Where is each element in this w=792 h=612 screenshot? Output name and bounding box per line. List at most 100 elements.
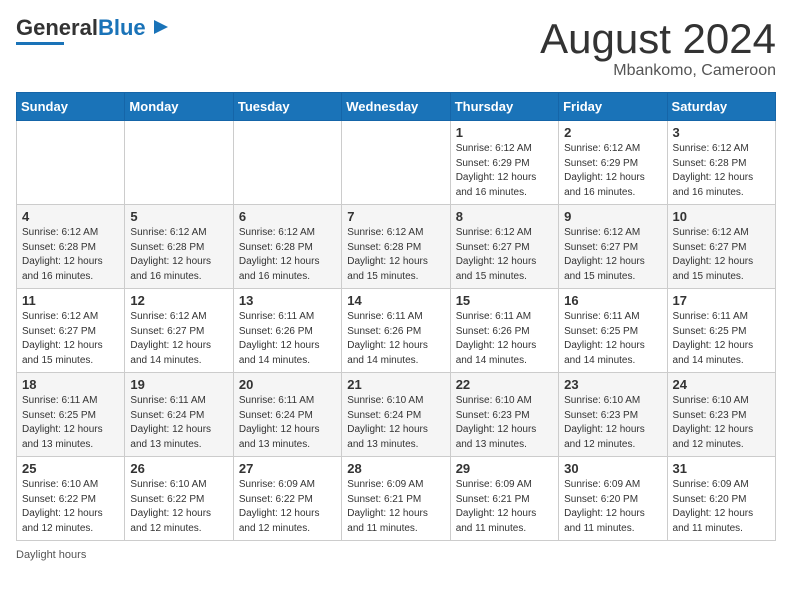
- calendar-cell: 26 Sunrise: 6:10 AM Sunset: 6:22 PM Dayli…: [125, 457, 233, 541]
- calendar-cell: [125, 121, 233, 205]
- day-info: Sunrise: 6:09 AM Sunset: 6:20 PM Dayligh…: [564, 478, 661, 536]
- title-block: August 2024 Mbankomo, Cameroon: [540, 16, 776, 80]
- day-number: 16: [564, 293, 661, 308]
- calendar-cell: 7 Sunrise: 6:12 AM Sunset: 6:28 PM Daylig…: [342, 205, 450, 289]
- day-info: Sunrise: 6:10 AM Sunset: 6:23 PM Dayligh…: [456, 394, 553, 452]
- day-number: 22: [456, 377, 553, 392]
- day-number: 26: [130, 461, 227, 476]
- calendar-day-header: Monday: [125, 93, 233, 121]
- calendar-cell: 30 Sunrise: 6:09 AM Sunset: 6:20 PM Dayli…: [559, 457, 667, 541]
- calendar-cell: 2 Sunrise: 6:12 AM Sunset: 6:29 PM Daylig…: [559, 121, 667, 205]
- calendar-week-row: 11 Sunrise: 6:12 AM Sunset: 6:27 PM Dayli…: [17, 289, 776, 373]
- logo-underline: [16, 42, 64, 45]
- calendar-cell: 9 Sunrise: 6:12 AM Sunset: 6:27 PM Daylig…: [559, 205, 667, 289]
- day-number: 9: [564, 209, 661, 224]
- day-number: 31: [673, 461, 770, 476]
- calendar-cell: 16 Sunrise: 6:11 AM Sunset: 6:25 PM Dayli…: [559, 289, 667, 373]
- logo-arrow-icon: [150, 16, 172, 38]
- day-number: 30: [564, 461, 661, 476]
- calendar-cell: 17 Sunrise: 6:11 AM Sunset: 6:25 PM Dayli…: [667, 289, 775, 373]
- day-number: 5: [130, 209, 227, 224]
- calendar-cell: 11 Sunrise: 6:12 AM Sunset: 6:27 PM Dayli…: [17, 289, 125, 373]
- day-number: 4: [22, 209, 119, 224]
- day-number: 12: [130, 293, 227, 308]
- day-number: 7: [347, 209, 444, 224]
- day-info: Sunrise: 6:11 AM Sunset: 6:25 PM Dayligh…: [673, 310, 770, 368]
- day-info: Sunrise: 6:11 AM Sunset: 6:24 PM Dayligh…: [130, 394, 227, 452]
- day-info: Sunrise: 6:12 AM Sunset: 6:27 PM Dayligh…: [456, 226, 553, 284]
- calendar-cell: 15Sunrise: 6:11 AM Sunset: 6:26 PM Dayli…: [450, 289, 558, 373]
- day-info: Sunrise: 6:12 AM Sunset: 6:28 PM Dayligh…: [239, 226, 336, 284]
- day-number: 10: [673, 209, 770, 224]
- day-info: Sunrise: 6:11 AM Sunset: 6:26 PM Dayligh…: [347, 310, 444, 368]
- calendar-cell: [17, 121, 125, 205]
- day-info: Sunrise: 6:11 AM Sunset: 6:25 PM Dayligh…: [22, 394, 119, 452]
- day-number: 29: [456, 461, 553, 476]
- calendar-day-header: Friday: [559, 93, 667, 121]
- day-number: 3: [673, 125, 770, 140]
- calendar-cell: 4 Sunrise: 6:12 AM Sunset: 6:28 PM Daylig…: [17, 205, 125, 289]
- calendar-cell: 28Sunrise: 6:09 AM Sunset: 6:21 PM Dayli…: [342, 457, 450, 541]
- calendar-week-row: 25 Sunrise: 6:10 AM Sunset: 6:22 PM Dayli…: [17, 457, 776, 541]
- day-info: Sunrise: 6:11 AM Sunset: 6:26 PM Dayligh…: [239, 310, 336, 368]
- main-title: August 2024: [540, 16, 776, 62]
- day-info: Sunrise: 6:12 AM Sunset: 6:27 PM Dayligh…: [22, 310, 119, 368]
- day-info: Sunrise: 6:09 AM Sunset: 6:21 PM Dayligh…: [456, 478, 553, 536]
- day-number: 18: [22, 377, 119, 392]
- day-number: 17: [673, 293, 770, 308]
- day-info: Sunrise: 6:12 AM Sunset: 6:28 PM Dayligh…: [130, 226, 227, 284]
- logo-blue: Blue: [98, 15, 146, 40]
- day-number: 6: [239, 209, 336, 224]
- day-number: 15: [456, 293, 553, 308]
- calendar-cell: 5 Sunrise: 6:12 AM Sunset: 6:28 PM Daylig…: [125, 205, 233, 289]
- calendar-cell: 29 Sunrise: 6:09 AM Sunset: 6:21 PM Dayli…: [450, 457, 558, 541]
- day-info: Sunrise: 6:10 AM Sunset: 6:23 PM Dayligh…: [564, 394, 661, 452]
- calendar-week-row: 4 Sunrise: 6:12 AM Sunset: 6:28 PM Daylig…: [17, 205, 776, 289]
- calendar-table: SundayMondayTuesdayWednesdayThursdayFrid…: [16, 92, 776, 541]
- day-info: Sunrise: 6:11 AM Sunset: 6:25 PM Dayligh…: [564, 310, 661, 368]
- calendar-cell: 20 Sunrise: 6:11 AM Sunset: 6:24 PM Dayli…: [233, 373, 341, 457]
- day-info: Sunrise: 6:12 AM Sunset: 6:28 PM Dayligh…: [673, 142, 770, 200]
- day-info: Sunrise: 6:11 AM Sunset: 6:24 PM Dayligh…: [239, 394, 336, 452]
- calendar-cell: 10 Sunrise: 6:12 AM Sunset: 6:27 PM Dayli…: [667, 205, 775, 289]
- day-number: 25: [22, 461, 119, 476]
- day-info: Sunrise: 6:10 AM Sunset: 6:24 PM Dayligh…: [347, 394, 444, 452]
- calendar-day-header: Sunday: [17, 93, 125, 121]
- daylight-label: Daylight hours: [16, 549, 86, 561]
- day-info: Sunrise: 6:12 AM Sunset: 6:27 PM Dayligh…: [130, 310, 227, 368]
- calendar-cell: 8 Sunrise: 6:12 AM Sunset: 6:27 PM Daylig…: [450, 205, 558, 289]
- calendar-cell: 13 Sunrise: 6:11 AM Sunset: 6:26 PM Dayli…: [233, 289, 341, 373]
- logo: GeneralBlue: [16, 16, 172, 45]
- day-number: 13: [239, 293, 336, 308]
- day-number: 19: [130, 377, 227, 392]
- day-number: 1: [456, 125, 553, 140]
- calendar-cell: 6 Sunrise: 6:12 AM Sunset: 6:28 PM Daylig…: [233, 205, 341, 289]
- day-info: Sunrise: 6:12 AM Sunset: 6:27 PM Dayligh…: [564, 226, 661, 284]
- day-info: Sunrise: 6:12 AM Sunset: 6:28 PM Dayligh…: [347, 226, 444, 284]
- day-info: Sunrise: 6:10 AM Sunset: 6:23 PM Dayligh…: [673, 394, 770, 452]
- calendar-cell: 27Sunrise: 6:09 AM Sunset: 6:22 PM Dayli…: [233, 457, 341, 541]
- day-number: 24: [673, 377, 770, 392]
- day-info: Sunrise: 6:12 AM Sunset: 6:29 PM Dayligh…: [564, 142, 661, 200]
- calendar-cell: 12 Sunrise: 6:12 AM Sunset: 6:27 PM Dayli…: [125, 289, 233, 373]
- calendar-cell: 24 Sunrise: 6:10 AM Sunset: 6:23 PM Dayli…: [667, 373, 775, 457]
- calendar-cell: 1Sunrise: 6:12 AM Sunset: 6:29 PM Daylig…: [450, 121, 558, 205]
- day-number: 11: [22, 293, 119, 308]
- day-info: Sunrise: 6:09 AM Sunset: 6:21 PM Dayligh…: [347, 478, 444, 536]
- day-info: Sunrise: 6:10 AM Sunset: 6:22 PM Dayligh…: [130, 478, 227, 536]
- day-number: 23: [564, 377, 661, 392]
- calendar-day-header: Tuesday: [233, 93, 341, 121]
- calendar-day-header: Thursday: [450, 93, 558, 121]
- day-info: Sunrise: 6:09 AM Sunset: 6:20 PM Dayligh…: [673, 478, 770, 536]
- day-number: 20: [239, 377, 336, 392]
- day-info: Sunrise: 6:12 AM Sunset: 6:27 PM Dayligh…: [673, 226, 770, 284]
- day-number: 2: [564, 125, 661, 140]
- logo-text: GeneralBlue: [16, 16, 146, 40]
- day-number: 8: [456, 209, 553, 224]
- day-info: Sunrise: 6:12 AM Sunset: 6:28 PM Dayligh…: [22, 226, 119, 284]
- day-info: Sunrise: 6:09 AM Sunset: 6:22 PM Dayligh…: [239, 478, 336, 536]
- calendar-header-row: SundayMondayTuesdayWednesdayThursdayFrid…: [17, 93, 776, 121]
- day-number: 14: [347, 293, 444, 308]
- logo-general: General: [16, 15, 98, 40]
- calendar-cell: 25Sunrise: 6:10 AM Sunset: 6:22 PM Dayli…: [17, 457, 125, 541]
